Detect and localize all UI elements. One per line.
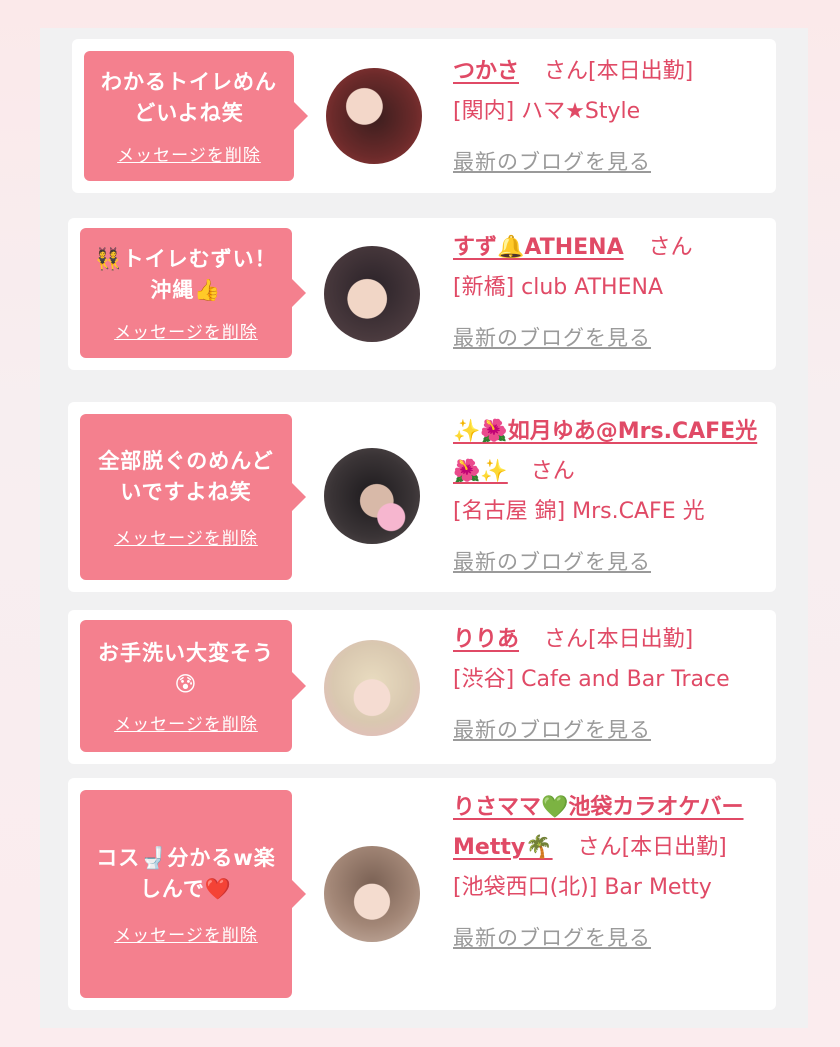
- avatar[interactable]: [324, 640, 420, 736]
- profile-info: りりあ さん[本日出勤] [渋谷] Cafe and Bar Trace 最新の…: [453, 620, 763, 750]
- shop-label: [新橋] club ATHENA: [453, 275, 663, 300]
- profile-name-link[interactable]: つかさ: [453, 59, 519, 84]
- latest-blog-link[interactable]: 最新のブログを見る: [453, 318, 753, 358]
- message-text: お手洗い大変そう😰: [98, 640, 274, 696]
- profile-name-link[interactable]: すず🔔ATHENA: [453, 235, 624, 260]
- shop-label: [名古屋 錦] Mrs.CAFE 光: [453, 499, 705, 524]
- latest-blog-link[interactable]: 最新のブログを見る: [453, 918, 763, 958]
- profile-info: りさママ💚池袋カラオケバーMetty🌴 さん[本日出勤] [池袋西口(北)] B…: [453, 788, 763, 958]
- message-text: 全部脱ぐのめんどいですよね笑: [98, 448, 274, 504]
- name-suffix: さん: [648, 235, 693, 260]
- latest-blog-link[interactable]: 最新のブログを見る: [453, 710, 763, 750]
- message-bubble: 👯トイレむずい！沖縄👍 メッセージを削除: [80, 228, 306, 358]
- message-bubble: わかるトイレめんどいよね笑 メッセージを削除: [84, 51, 308, 181]
- message-bubble: お手洗い大変そう😰 メッセージを削除: [80, 620, 306, 752]
- latest-blog-link[interactable]: 最新のブログを見る: [453, 142, 753, 182]
- message-text: コス🚽分かるw楽しんで❤️: [96, 845, 276, 901]
- shop-label: [関内] ハマ★Style: [453, 99, 641, 124]
- profile-name-link[interactable]: りりあ: [453, 627, 519, 652]
- delete-message-link[interactable]: メッセージを削除: [117, 141, 261, 166]
- delete-message-link[interactable]: メッセージを削除: [114, 710, 258, 735]
- delete-message-link[interactable]: メッセージを削除: [114, 524, 258, 549]
- avatar[interactable]: [326, 68, 422, 164]
- avatar[interactable]: [324, 246, 420, 342]
- delete-message-link[interactable]: メッセージを削除: [114, 921, 258, 946]
- avatar[interactable]: [324, 846, 420, 942]
- name-suffix: さん[本日出勤]: [577, 835, 727, 860]
- profile-name-link[interactable]: ✨🌺如月ゆあ@Mrs.CAFE光🌺✨: [453, 419, 757, 484]
- avatar[interactable]: [324, 448, 420, 544]
- message-bubble: コス🚽分かるw楽しんで❤️ メッセージを削除: [80, 790, 306, 998]
- delete-message-link[interactable]: メッセージを削除: [114, 318, 258, 343]
- message-text: わかるトイレめんどいよね笑: [101, 69, 277, 125]
- name-suffix: さん: [530, 459, 575, 484]
- message-bubble: 全部脱ぐのめんどいですよね笑 メッセージを削除: [80, 414, 306, 580]
- name-suffix: さん[本日出勤]: [544, 627, 694, 652]
- profile-info: すず🔔ATHENA さん [新橋] club ATHENA 最新のブログを見る: [453, 228, 753, 358]
- shop-label: [渋谷] Cafe and Bar Trace: [453, 667, 730, 692]
- profile-info: つかさ さん[本日出勤] [関内] ハマ★Style 最新のブログを見る: [453, 52, 753, 182]
- latest-blog-link[interactable]: 最新のブログを見る: [453, 542, 763, 582]
- profile-info: ✨🌺如月ゆあ@Mrs.CAFE光🌺✨ さん [名古屋 錦] Mrs.CAFE 光…: [453, 412, 763, 582]
- name-suffix: さん[本日出勤]: [544, 59, 694, 84]
- shop-label: [池袋西口(北)] Bar Metty: [453, 875, 712, 900]
- message-text: 👯トイレむずい！沖縄👍: [95, 246, 277, 302]
